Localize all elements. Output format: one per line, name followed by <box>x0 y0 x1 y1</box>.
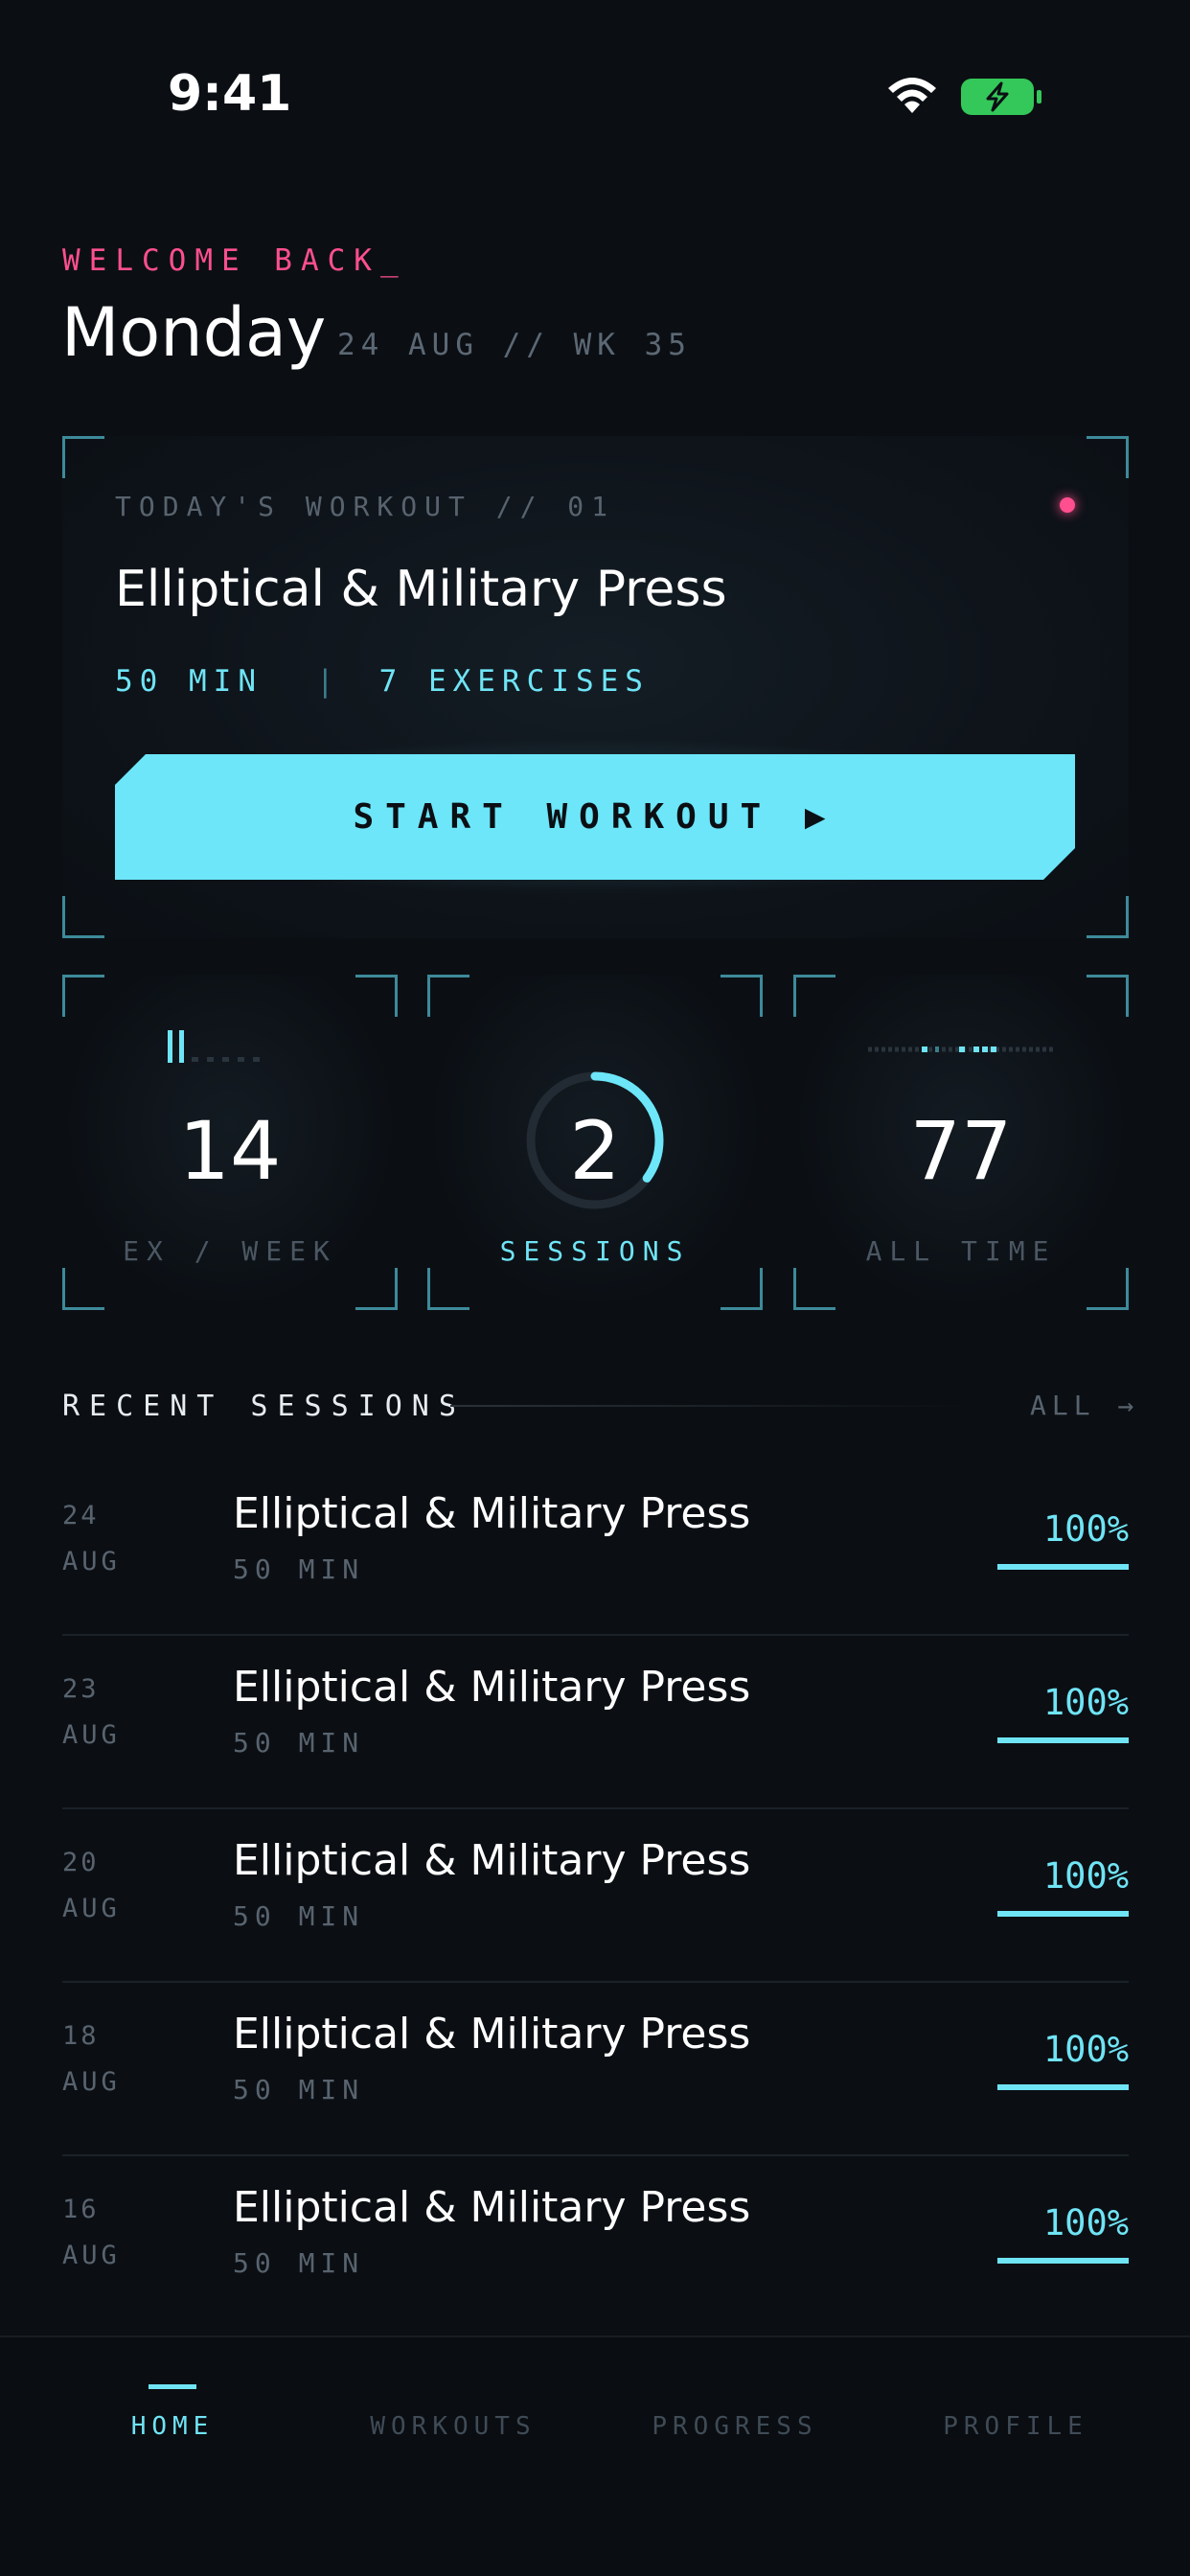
tab-bar: HOME WORKOUTS PROGRESS PROFILE <box>0 2335 1190 2576</box>
session-month: AUG <box>62 1547 121 1576</box>
meta-separator: | <box>315 664 341 699</box>
stat-corner-bracket <box>427 975 469 1017</box>
section-title-recent-sessions: RECENT SESSIONS <box>62 1390 466 1423</box>
session-month: AUG <box>62 1720 121 1750</box>
session-day: 24 <box>62 1501 100 1530</box>
session-percent: 100% <box>1042 1855 1129 1897</box>
session-row[interactable]: 24 AUG Elliptical & Military Press 50 MI… <box>62 1462 1129 1636</box>
tab-profile[interactable]: PROFILE <box>901 2412 1131 2441</box>
session-progress-bar <box>997 2084 1129 2090</box>
tab-workouts[interactable]: WORKOUTS <box>338 2412 568 2441</box>
session-duration: 50 MIN <box>233 2247 365 2279</box>
stat-corner-bracket <box>1087 1268 1129 1310</box>
session-month: AUG <box>62 2067 121 2097</box>
session-progress-fill <box>997 2084 1129 2090</box>
stat-corner-bracket <box>1087 975 1129 1017</box>
session-progress-fill <box>997 1737 1129 1743</box>
session-progress-bar <box>997 1737 1129 1743</box>
page-title: Monday <box>61 293 327 372</box>
workout-meta: 50 MIN | 7 EXERCISES <box>115 664 650 699</box>
stat-corner-bracket <box>793 1268 835 1310</box>
tab-progress[interactable]: PROGRESS <box>620 2412 850 2441</box>
stat-corner-bracket <box>355 1268 398 1310</box>
session-title: Elliptical & Military Press <box>233 2010 751 2058</box>
stat-corner-bracket <box>427 1268 469 1310</box>
session-title: Elliptical & Military Press <box>233 2183 751 2232</box>
stat-sessions[interactable]: 2 SESSIONS <box>427 975 763 1310</box>
stat-label: ALL TIME <box>865 1235 1057 1267</box>
weekly-bars-icon <box>168 1030 260 1063</box>
session-percent: 100% <box>1042 2029 1129 2070</box>
session-row[interactable]: 23 AUG Elliptical & Military Press 50 MI… <box>62 1636 1129 1809</box>
stat-label: EX / WEEK <box>123 1235 337 1267</box>
session-duration: 50 MIN <box>233 1900 365 1932</box>
wifi-icon <box>888 78 936 113</box>
session-month: AUG <box>62 2241 121 2270</box>
stat-all-time[interactable]: 77 ALL TIME <box>793 975 1129 1310</box>
session-day: 23 <box>62 1674 100 1704</box>
card-corner-bracket <box>62 436 104 478</box>
stat-corner-bracket <box>62 1268 104 1310</box>
session-progress-bar <box>997 1911 1129 1917</box>
live-indicator-dot <box>1060 497 1075 513</box>
card-corner-bracket <box>1087 896 1129 938</box>
session-percent: 100% <box>1042 1508 1129 1550</box>
session-title: Elliptical & Military Press <box>233 1489 751 1538</box>
session-row[interactable]: 20 AUG Elliptical & Military Press 50 MI… <box>62 1809 1129 1983</box>
session-month: AUG <box>62 1894 121 1923</box>
card-corner-bracket <box>1087 436 1129 478</box>
session-progress-bar <box>997 1564 1129 1570</box>
active-tab-indicator <box>149 2384 196 2389</box>
stat-corner-bracket <box>62 975 104 1017</box>
battery-charging-icon <box>961 79 1041 115</box>
welcome-text: WELCOME BACK_ <box>62 243 407 278</box>
start-workout-label: START WORKOUT ▶ <box>353 797 837 837</box>
session-progress-fill <box>997 1911 1129 1917</box>
todays-workout-label: TODAY'S WORKOUT // 01 <box>115 491 616 522</box>
session-duration: 50 MIN <box>233 1727 365 1759</box>
tab-home[interactable]: HOME <box>57 2412 287 2441</box>
stat-corner-bracket <box>721 1268 763 1310</box>
view-all-link[interactable]: ALL → <box>1030 1390 1139 1421</box>
session-percent: 100% <box>1042 1682 1129 1723</box>
stat-corner-bracket <box>793 975 835 1017</box>
session-duration: 50 MIN <box>233 1553 365 1585</box>
workout-title: Elliptical & Military Press <box>115 561 727 618</box>
stat-corner-bracket <box>355 975 398 1017</box>
session-row[interactable]: 16 AUG Elliptical & Military Press 50 MI… <box>62 2156 1129 2330</box>
session-duration: 50 MIN <box>233 2074 365 2105</box>
session-day: 18 <box>62 2021 100 2051</box>
start-workout-button[interactable]: START WORKOUT ▶ <box>115 754 1075 880</box>
stat-value: 77 <box>909 1104 1013 1198</box>
stat-label: SESSIONS <box>499 1235 691 1267</box>
session-day: 20 <box>62 1848 100 1877</box>
stat-value: 2 <box>569 1104 621 1198</box>
stat-exercises-per-week[interactable]: 14 EX / WEEK <box>62 975 398 1310</box>
workout-duration: 50 MIN <box>115 664 263 699</box>
stat-corner-bracket <box>721 975 763 1017</box>
stat-value: 14 <box>178 1104 282 1198</box>
status-time: 9:41 <box>168 65 292 123</box>
session-day: 16 <box>62 2195 100 2224</box>
section-divider <box>450 1405 968 1407</box>
session-title: Elliptical & Military Press <box>233 1836 751 1885</box>
session-title: Elliptical & Military Press <box>233 1663 751 1712</box>
session-row[interactable]: 18 AUG Elliptical & Military Press 50 MI… <box>62 1983 1129 2156</box>
date-label: 24 AUG // WK 35 <box>337 328 692 362</box>
session-progress-fill <box>997 2258 1129 2264</box>
session-percent: 100% <box>1042 2202 1129 2243</box>
session-progress-bar <box>997 2258 1129 2264</box>
card-corner-bracket <box>62 896 104 938</box>
session-progress-fill <box>997 1564 1129 1570</box>
all-time-dots-icon <box>868 1046 1054 1052</box>
workout-exercise-count: 7 EXERCISES <box>378 664 650 699</box>
